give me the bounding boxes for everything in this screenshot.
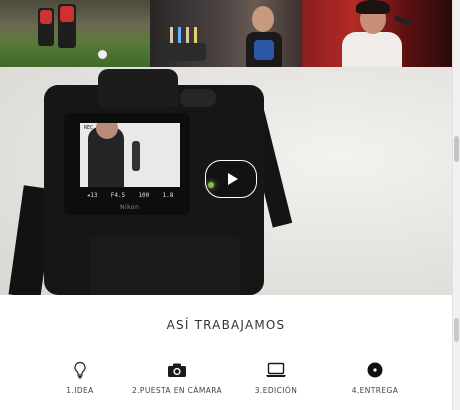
screen-info-value: ◂13	[86, 191, 98, 199]
microphone-icon	[393, 15, 413, 26]
step-label: 2.PUESTA EN CÁMARA	[131, 386, 223, 395]
screen-info-value: F4.5	[110, 191, 126, 199]
step-camera: 2.PUESTA EN CÁMARA	[122, 361, 232, 395]
person-head	[252, 6, 274, 32]
scrollbar-thumb-secondary[interactable]	[454, 318, 459, 342]
screen-rec-label: REC	[84, 125, 94, 131]
screen-info-value: 100	[138, 191, 150, 199]
screen-info-bar: ◂13 F4.5 100 1.8	[80, 188, 180, 202]
camera-brand: Nikon	[120, 204, 140, 211]
cake-shape	[162, 43, 206, 61]
lightbulb-icon	[25, 361, 135, 379]
page-scrollbar[interactable]	[452, 0, 460, 410]
step-label: 1.IDEA	[66, 386, 94, 395]
photo-gallery-strip	[0, 0, 452, 67]
soccer-ball-icon	[98, 50, 107, 59]
singer-shirt	[342, 32, 402, 67]
camera-icon	[122, 361, 232, 379]
camera-top	[98, 69, 178, 107]
disc-icon	[320, 361, 430, 379]
step-delivery: 4.ENTREGA	[320, 361, 430, 395]
gallery-photo-soccer[interactable]	[0, 0, 150, 67]
screen-info-value: 1.8	[162, 191, 174, 199]
laptop-icon	[221, 361, 331, 379]
camera-dial	[180, 89, 216, 107]
video-play-button[interactable]	[205, 160, 257, 198]
camera-screen	[80, 123, 180, 187]
camera-grip	[90, 237, 240, 295]
section-title: ASÍ TRABAJAMOS	[166, 318, 286, 332]
player-shirt	[40, 10, 52, 24]
step-edit: 3.EDICIÓN	[221, 361, 331, 395]
page: REC ◂13 F4.5 100 1.8 Nikon ASÍ TRABAJAMO…	[0, 0, 452, 410]
video-section[interactable]: REC ◂13 F4.5 100 1.8 Nikon	[0, 67, 452, 295]
how-we-work-section: ASÍ TRABAJAMOS 1.IDEA 2.PUESTA EN CÁMARA…	[0, 295, 452, 410]
singer-hair	[356, 0, 390, 14]
gallery-photo-singer[interactable]	[302, 0, 452, 67]
step-idea: 1.IDEA	[25, 361, 135, 395]
step-label: 4.ENTREGA	[351, 386, 399, 395]
scrollbar-thumb[interactable]	[454, 136, 459, 162]
play-icon	[227, 173, 238, 185]
gallery-photo-birthday[interactable]	[150, 0, 302, 67]
screen-microphone-icon	[132, 141, 140, 171]
step-label: 3.EDICIÓN	[254, 386, 298, 395]
player-shirt-2	[60, 6, 74, 22]
person-dress	[254, 40, 274, 60]
